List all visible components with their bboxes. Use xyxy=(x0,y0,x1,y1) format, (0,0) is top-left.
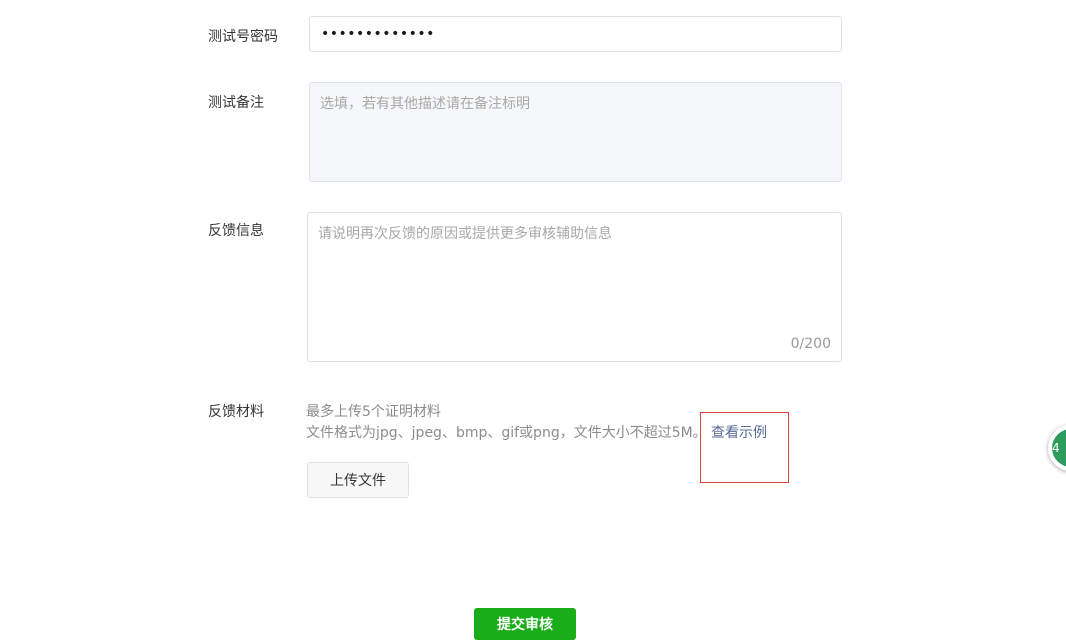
submit-review-button[interactable]: 提交审核 xyxy=(474,608,576,640)
password-value: ••••••••••••• xyxy=(321,26,435,42)
password-label: 测试号密码 xyxy=(208,29,278,45)
materials-label: 反馈材料 xyxy=(208,404,264,420)
materials-hint-format: 文件格式为jpg、jpeg、bmp、gif或png，文件大小不超过5M。 xyxy=(306,425,707,441)
upload-file-button[interactable]: 上传文件 xyxy=(307,462,409,498)
floating-widget[interactable]: 4 xyxy=(1048,425,1066,471)
feedback-char-counter: 0/200 xyxy=(790,336,831,352)
feedback-textarea[interactable]: 请说明再次反馈的原因或提供更多审核辅助信息 0/200 xyxy=(307,212,842,362)
feedback-label: 反馈信息 xyxy=(208,223,264,239)
note-placeholder: 选填，若有其他描述请在备注标明 xyxy=(320,96,530,112)
materials-hint-count: 最多上传5个证明材料 xyxy=(306,404,441,420)
password-input[interactable]: ••••••••••••• xyxy=(309,16,842,52)
note-textarea[interactable]: 选填，若有其他描述请在备注标明 xyxy=(309,82,842,182)
feedback-form-page: 测试号密码 ••••••••••••• 测试备注 选填，若有其他描述请在备注标明… xyxy=(0,0,1066,644)
note-label: 测试备注 xyxy=(208,95,264,111)
feedback-placeholder: 请说明再次反馈的原因或提供更多审核辅助信息 xyxy=(318,226,612,242)
floating-widget-badge: 4 xyxy=(1052,429,1066,467)
highlight-annotation-box xyxy=(700,412,789,483)
